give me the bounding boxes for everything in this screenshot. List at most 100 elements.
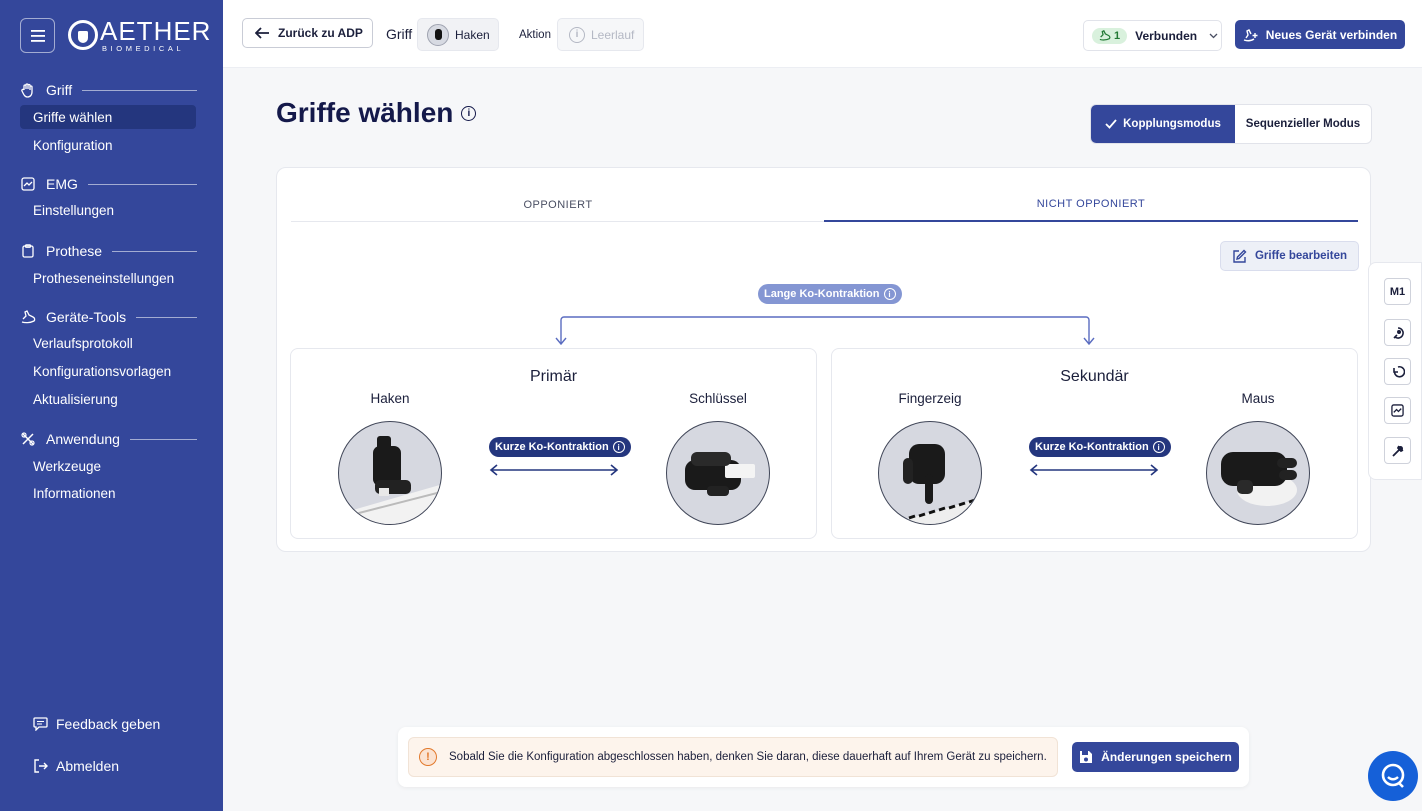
tab-nicht-opponiert[interactable]: NICHT OPPONIERT: [824, 188, 1358, 222]
connected-count-badge: 1: [1092, 27, 1128, 44]
hamburger-icon: [30, 29, 45, 42]
nav-protheseneinstellungen[interactable]: Protheseneinstellungen: [20, 266, 196, 290]
sequential-mode-button[interactable]: Sequenzieller Modus: [1235, 105, 1371, 143]
feedback-link[interactable]: Feedback geben: [33, 716, 160, 732]
current-grip-chip: Haken: [417, 18, 499, 51]
double-arrow-icon: [1029, 464, 1159, 476]
info-icon: i: [569, 26, 585, 43]
service-button[interactable]: [1384, 437, 1411, 464]
menu-button[interactable]: [20, 18, 55, 53]
short-contraction-pill: Kurze Ko-Kontraktion i: [1029, 437, 1171, 457]
grip-label-maus: Maus: [1241, 391, 1275, 406]
long-contraction-pill: Lange Ko-Kontraktion i: [758, 284, 902, 304]
feedback-icon: [33, 717, 48, 731]
nav-werkzeuge[interactable]: Werkzeuge: [20, 454, 196, 478]
arm-icon: [20, 309, 36, 325]
chat-icon: [1381, 763, 1405, 788]
save-reminder-text: Sobald Sie die Konfiguration abgeschloss…: [449, 751, 1047, 763]
hand-icon: [20, 82, 36, 98]
nav-konfigurationsvorlagen[interactable]: Konfigurationsvorlagen: [20, 359, 196, 383]
edit-grips-button[interactable]: Griffe bearbeiten: [1220, 241, 1359, 271]
grip-label-fingerzeig: Fingerzeig: [898, 391, 962, 406]
section-anwendung: Anwendung: [20, 431, 197, 447]
feedback-label: Feedback geben: [56, 716, 161, 732]
logout-link[interactable]: Abmelden: [33, 758, 119, 774]
logout-label: Abmelden: [56, 758, 120, 774]
section-label: Anwendung: [46, 431, 120, 447]
page-title-text: Griffe wählen: [276, 97, 454, 128]
section-label: Griff: [46, 82, 73, 98]
short-contraction-pill: Kurze Ko-Kontraktion i: [489, 437, 631, 457]
section-geraete-tools: Geräte-Tools: [20, 309, 197, 325]
save-bar: ! Sobald Sie die Konfiguration abgeschlo…: [398, 727, 1249, 787]
grip-selection-card: OPPONIERT NICHT OPPONIERT Griffe bearbei…: [276, 167, 1371, 552]
grip-label-schluessel: Schlüssel: [689, 391, 747, 406]
info-icon[interactable]: i: [1152, 441, 1165, 453]
grip-mouse-image[interactable]: [1206, 421, 1310, 525]
coupling-mode-button[interactable]: Kopplungsmodus: [1091, 105, 1235, 143]
grip-hook-image[interactable]: [338, 421, 442, 525]
nav-informationen[interactable]: Informationen: [20, 481, 196, 505]
info-icon[interactable]: i: [612, 441, 625, 453]
emg-view-button[interactable]: [1384, 397, 1411, 424]
logo-mark: [68, 20, 98, 51]
griff-label: Griff: [386, 26, 413, 42]
primary-grip-group: Primär Haken Schlüssel Kurze Ko-Kontrakt…: [290, 348, 817, 539]
clipboard-icon: [20, 243, 36, 259]
double-arrow-icon: [489, 464, 619, 476]
long-contraction-connector: [555, 316, 1095, 346]
section-label: Prothese: [46, 243, 103, 259]
chart-icon: [1391, 404, 1404, 417]
connect-new-device-button[interactable]: Neues Gerät verbinden: [1235, 20, 1405, 49]
connected-count: 1: [1114, 29, 1121, 42]
key-hand-icon: [685, 452, 755, 496]
section-prothese: Prothese: [20, 243, 197, 259]
short-contraction-label: Kurze Ko-Kontraktion: [1035, 441, 1149, 453]
sidebar: AETHER BIOMEDICAL Griff Griffe wählen Ko…: [0, 0, 223, 811]
mouse-hand-icon: [1221, 452, 1297, 506]
m1-button[interactable]: M1: [1384, 278, 1411, 305]
section-label: EMG: [46, 176, 78, 192]
mode-active-label: Kopplungsmodus: [1123, 118, 1221, 130]
long-contraction-label: Lange Ko-Kontraktion: [764, 288, 880, 300]
back-to-adp-button[interactable]: Zurück zu ADP: [242, 18, 373, 48]
edit-icon: [1233, 249, 1247, 263]
grip-pointer-image[interactable]: [878, 421, 982, 525]
grip-label-haken: Haken: [370, 391, 410, 406]
quick-tools-panel: M1: [1368, 262, 1422, 480]
save-icon: [1080, 751, 1093, 763]
arrow-left-icon: [255, 27, 269, 39]
chat-button[interactable]: [1368, 751, 1418, 801]
brand-name: AETHER: [100, 16, 212, 46]
undo-button[interactable]: [1384, 358, 1411, 385]
page-title: Griffe wählen i: [276, 97, 477, 129]
calibrate-button[interactable]: [1384, 319, 1411, 346]
info-icon[interactable]: i: [461, 105, 477, 121]
connected-label: Verbunden: [1135, 28, 1198, 43]
save-changes-label: Änderungen speichern: [1101, 750, 1232, 764]
back-label: Zurück zu ADP: [278, 26, 363, 40]
nav-einstellungen[interactable]: Einstellungen: [20, 198, 196, 222]
primary-title: Primär: [529, 368, 578, 385]
nav-griffe-waehlen[interactable]: Griffe wählen: [20, 105, 196, 129]
hand-thumbnail-icon: [427, 23, 449, 46]
grip-key-image[interactable]: [666, 421, 770, 525]
info-icon[interactable]: i: [883, 288, 896, 300]
mode-toggle: Kopplungsmodus Sequenzieller Modus: [1090, 104, 1372, 144]
wrench-icon: [1391, 445, 1403, 457]
top-header: Zurück zu ADP Griff Haken Aktion i Leerl…: [223, 0, 1422, 68]
undo-icon: [1392, 365, 1405, 378]
nav-aktualisierung[interactable]: Aktualisierung: [20, 387, 196, 411]
secondary-grip-group: Sekundär Fingerzeig Maus Kurze Ko-Kontra…: [831, 348, 1358, 539]
nav-verlaufsprotokoll[interactable]: Verlaufsprotokoll: [20, 331, 196, 355]
arm-icon: [1099, 30, 1111, 41]
save-changes-button[interactable]: Änderungen speichern: [1072, 742, 1239, 772]
chevron-down-icon: [1209, 33, 1218, 38]
current-action-chip: i Leerlauf: [557, 18, 644, 51]
connection-dropdown[interactable]: 1 Verbunden: [1083, 20, 1222, 51]
current-grip-value: Haken: [455, 27, 490, 42]
pointer-hand-icon: [900, 444, 981, 524]
warning-icon: !: [419, 748, 437, 766]
nav-konfiguration[interactable]: Konfiguration: [20, 133, 196, 157]
tab-opponiert[interactable]: OPPONIERT: [291, 188, 825, 222]
